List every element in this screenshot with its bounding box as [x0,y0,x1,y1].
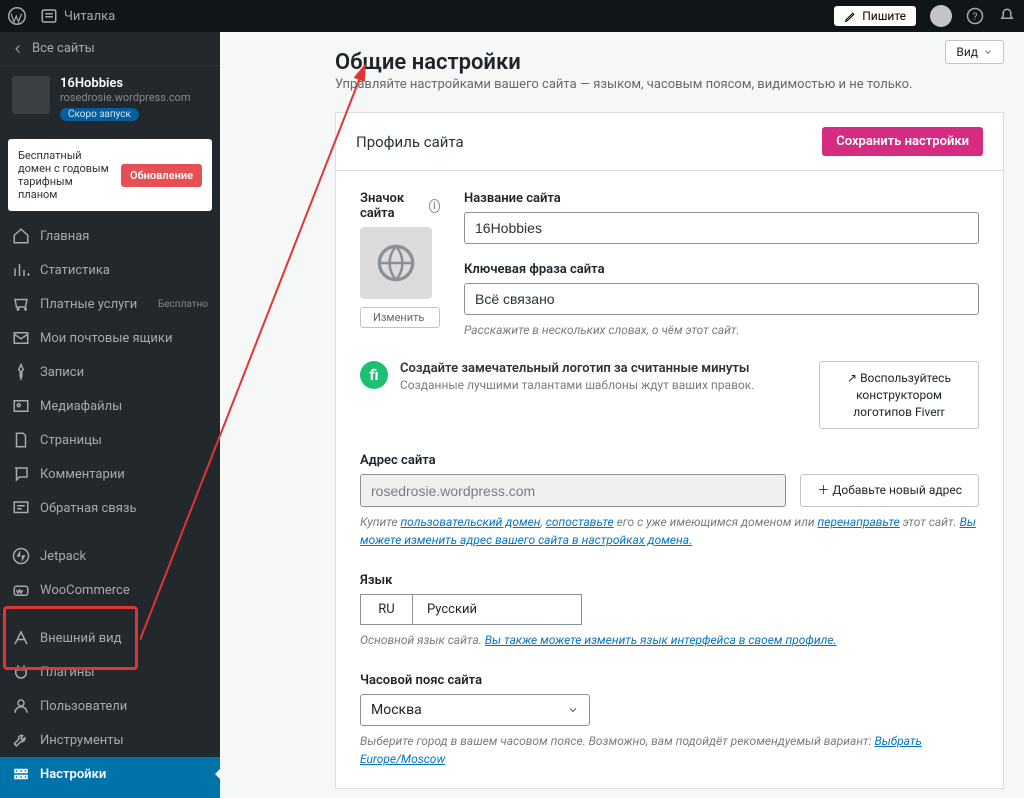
upsell-card: Бесплатный домен с годовым тарифным план… [8,139,212,211]
timezone-help: Выберите город в вашем часовом поясе. Во… [360,732,979,768]
language-selector[interactable]: RU Русский [360,594,979,625]
sidebar-sub-0[interactable]: Общие [0,791,220,798]
avatar[interactable] [930,5,952,27]
mail-icon [12,329,30,347]
woo-icon [12,581,30,599]
profile-card: Профиль сайта Сохранить настройки Значок… [335,112,1004,789]
lang-code: RU [360,594,412,625]
tagline-help: Расскажите в нескольких словах, о чём эт… [464,321,979,339]
home-icon [12,227,30,245]
feedback-icon [12,499,30,517]
tagline-input[interactable] [464,283,979,315]
chevron-left-icon [12,43,24,55]
jetpack-icon [12,547,30,565]
page-icon [12,431,30,449]
sidebar-item-10[interactable]: WooCommerce [0,573,220,607]
sidebar-item-9[interactable]: Jetpack [0,539,220,573]
reader-icon [40,7,58,25]
help-icon[interactable]: ? [966,7,984,25]
admin-sidebar: Все сайты 16Hobbies rosedrosie.wordpress… [0,32,220,798]
pen-icon [844,10,857,23]
add-address-button[interactable]: ＋ Добавьте новый адрес [800,474,979,507]
site-name: 16Hobbies [60,76,191,91]
sidebar-item-2[interactable]: Платные услугиБесплатно [0,287,220,321]
main-content: Вид Общие настройки Управляйте настройка… [220,32,1024,798]
cart-icon [12,295,30,313]
site-url: rosedrosie.wordpress.com [60,91,191,104]
change-icon-button[interactable]: Изменить [360,307,440,328]
lang-name: Русский [412,594,582,625]
fiverr-title: Создайте замечательный логотип за считан… [400,361,807,376]
timezone-select[interactable]: Москва [360,694,590,726]
wp-logo[interactable] [8,7,26,25]
sidebar-item-13[interactable]: Пользователи [0,689,220,723]
address-help: Купите пользовательский домен, сопоставь… [360,513,979,549]
language-help: Основной язык сайта. Вы также можете изм… [360,631,979,649]
site-block[interactable]: 16Hobbies rosedrosie.wordpress.com Скоро… [0,66,220,131]
sidebar-item-12[interactable]: Плагины [0,655,220,689]
sidebar-item-8[interactable]: Обратная связь [0,491,220,525]
upsell-text: Бесплатный домен с годовым тарифным план… [18,149,113,201]
sidebar-item-11[interactable]: Внешний вид [0,621,220,655]
comment-icon [12,465,30,483]
language-label: Язык [360,573,979,588]
plugin-icon [12,663,30,681]
timezone-label: Часовой пояс сайта [360,673,979,688]
bell-icon[interactable] [998,7,1016,25]
sidebar-item-15[interactable]: Настройки [0,757,220,791]
site-name-label: Название сайта [464,191,979,206]
card-title: Профиль сайта [356,133,464,151]
sidebar-item-5[interactable]: Медиафайлы [0,389,220,423]
write-button[interactable]: Пишите [834,6,916,26]
fiverr-icon: fi [360,361,388,389]
sidebar-item-7[interactable]: Комментарии [0,457,220,491]
back-all-sites[interactable]: Все сайты [0,32,220,66]
tagline-label: Ключевая фраза сайта [464,262,979,277]
chevron-down-icon [983,47,993,57]
fiverr-button[interactable]: ↗ Воспользуйтесь конструктором логотипов… [819,361,979,429]
page-subtitle: Управляйте настройками вашего сайта — яз… [335,77,1004,92]
upgrade-button[interactable]: Обновление [121,164,202,187]
sidebar-item-1[interactable]: Статистика [0,253,220,287]
sidebar-item-3[interactable]: Мои почтовые ящики [0,321,220,355]
sidebar-item-0[interactable]: Главная [0,219,220,253]
reader-label: Читалка [64,9,115,24]
profile-lang-link[interactable]: Вы также можете изменить язык интерфейса… [485,633,837,647]
sidebar-item-14[interactable]: Инструменты [0,723,220,757]
site-thumbnail [12,76,50,114]
media-icon [12,397,30,415]
sidebar-item-6[interactable]: Страницы [0,423,220,457]
address-input [360,474,786,507]
view-dropdown[interactable]: Вид [945,40,1004,64]
reader-link[interactable]: Читалка [40,7,115,25]
pin-icon [12,363,30,381]
tools-icon [12,731,30,749]
save-button[interactable]: Сохранить настройки [822,127,983,156]
info-icon[interactable]: i [429,199,440,213]
users-icon [12,697,30,715]
stats-icon [12,261,30,279]
site-name-input[interactable] [464,212,979,244]
address-label: Адрес сайта [360,453,979,468]
page-title: Общие настройки [335,50,1004,75]
svg-text:?: ? [973,10,978,23]
custom-domain-link[interactable]: пользовательский домен [400,515,540,529]
site-icon-preview [360,227,432,299]
settings-icon [12,765,30,783]
redirect-link[interactable]: перенаправьте [818,515,900,529]
admin-topbar: Читалка Пишите ? [0,0,1024,32]
chevron-down-icon [567,704,579,716]
map-domain-link[interactable]: сопоставьте [546,515,614,529]
sidebar-item-4[interactable]: Записи [0,355,220,389]
site-icon-label: Значок сайта [360,191,423,221]
launch-soon-badge: Скоро запуск [60,108,139,121]
fiverr-sub: Созданные лучшими талантами шаблоны ждут… [400,378,807,392]
appearance-icon [12,629,30,647]
